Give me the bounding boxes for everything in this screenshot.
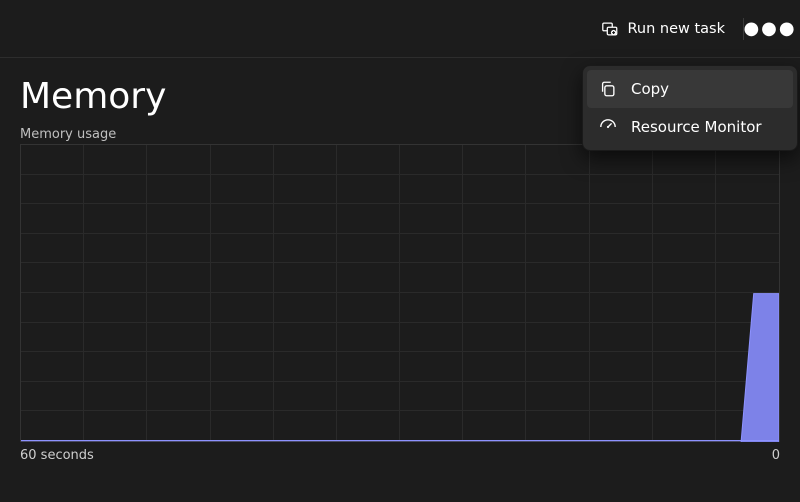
run-new-task-icon [601, 20, 619, 38]
x-axis-left-label: 60 seconds [20, 448, 94, 463]
ellipsis-icon: ●●● [743, 18, 796, 39]
resource-monitor-icon [599, 118, 617, 136]
copy-icon [599, 80, 617, 98]
context-menu: Copy Resource Monitor [582, 65, 798, 151]
chart-data-area [21, 145, 779, 442]
toolbar: Run new task ●●● [0, 0, 800, 58]
chart-wrap: 60 seconds 0 [20, 144, 780, 463]
chart-baseline [21, 440, 779, 441]
x-axis-right-label: 0 [772, 448, 780, 463]
menu-item-label: Resource Monitor [631, 118, 762, 136]
x-axis-labels: 60 seconds 0 [20, 448, 780, 463]
more-options-button[interactable]: ●●● [750, 12, 790, 46]
menu-item-label: Copy [631, 80, 669, 98]
menu-item-resource-monitor[interactable]: Resource Monitor [587, 108, 793, 146]
memory-usage-chart [20, 144, 780, 442]
menu-item-copy[interactable]: Copy [587, 70, 793, 108]
run-new-task-label: Run new task [627, 21, 725, 37]
run-new-task-button[interactable]: Run new task [589, 14, 737, 44]
